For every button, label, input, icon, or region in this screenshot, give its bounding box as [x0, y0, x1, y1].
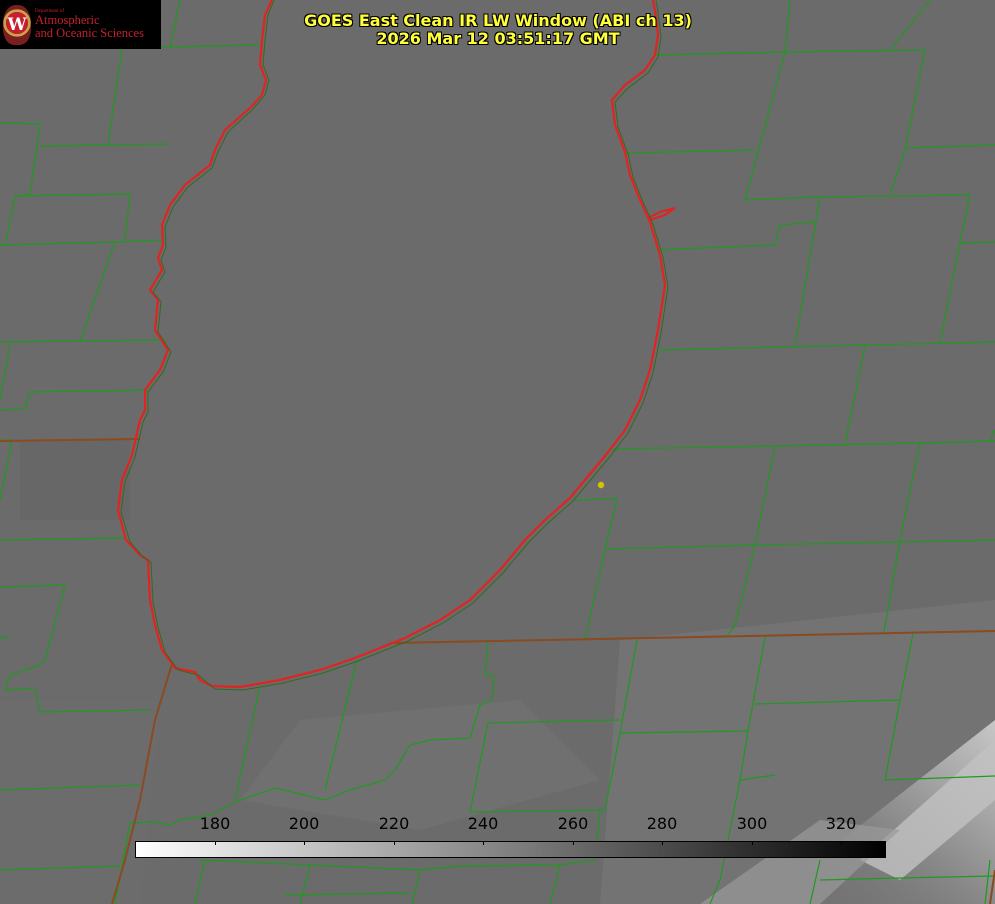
colorbar-mark [573, 841, 574, 845]
colorbar-tick-280: 280 [646, 814, 678, 833]
colorbar-mark [483, 841, 484, 845]
station-marker [597, 481, 605, 489]
logo-line2: and Oceanic Sciences [35, 26, 144, 41]
colorbar-mark [662, 841, 663, 845]
uw-seal-icon: W [3, 4, 31, 45]
map-svg [0, 0, 995, 904]
seal-letter: W [7, 14, 27, 35]
colorbar-mark [304, 841, 305, 845]
colorbar-tick-220: 220 [378, 814, 410, 833]
colorbar-mark [841, 841, 842, 845]
colorbar-tick-240: 240 [467, 814, 499, 833]
colorbar-mark [394, 841, 395, 845]
image-title: GOES East Clean IR LW Window (ABI ch 13) [304, 11, 692, 30]
colorbar-tick-180: 180 [199, 814, 231, 833]
colorbar-tick-200: 200 [288, 814, 320, 833]
colorbar-tick-260: 260 [557, 814, 589, 833]
aos-logo: W Department of Atmospheric and Oceanic … [0, 0, 161, 49]
colorbar-mark [752, 841, 753, 845]
ir-imagery [0, 0, 995, 904]
image-timestamp: 2026 Mar 12 03:51:17 GMT [376, 29, 620, 48]
colorbar-mark [215, 841, 216, 845]
colorbar-gradient [135, 841, 886, 858]
colorbar-tick-320: 320 [825, 814, 857, 833]
colorbar-tick-300: 300 [736, 814, 768, 833]
satellite-map-view: W Department of Atmospheric and Oceanic … [0, 0, 995, 904]
logo-text: Department of Atmospheric and Oceanic Sc… [35, 9, 144, 41]
